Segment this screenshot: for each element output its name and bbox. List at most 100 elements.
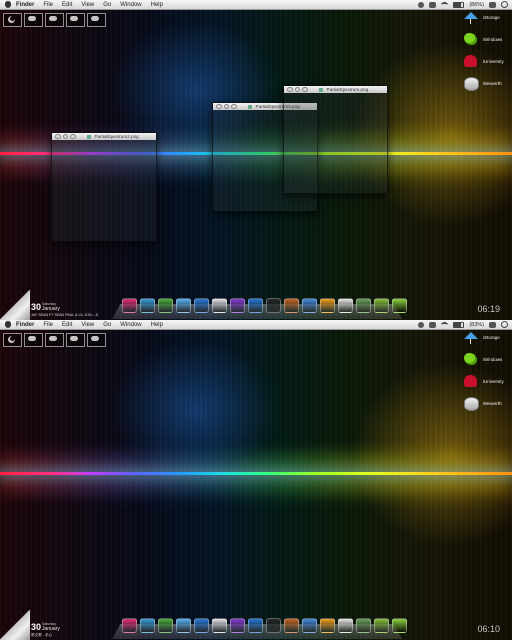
apple-menu-icon[interactable]: [5, 1, 11, 8]
zoom-button[interactable]: [70, 133, 76, 140]
owl-app-icon[interactable]: [284, 618, 299, 633]
drive-label[interactable]: iStorage: [483, 335, 500, 340]
silver-drive-icon[interactable]: [464, 397, 479, 411]
spectrum-band: [0, 472, 512, 475]
download-app-icon[interactable]: [374, 298, 389, 313]
blue-ball-app-icon[interactable]: [194, 298, 209, 313]
safari-app-icon[interactable]: [176, 618, 191, 633]
vlc-app-icon[interactable]: [320, 298, 335, 313]
terminal-app-icon[interactable]: [266, 618, 281, 633]
menu-window[interactable]: Window: [120, 2, 141, 8]
purple-book-app-icon[interactable]: [230, 618, 245, 633]
menu-view[interactable]: View: [81, 322, 94, 328]
drive-iwindows[interactable]: iWindows: [464, 33, 504, 55]
minimize-button[interactable]: [294, 86, 300, 93]
drive-label[interactable]: iUniversity: [483, 59, 504, 64]
pink-app-icon[interactable]: [122, 298, 137, 313]
menu-go[interactable]: Go: [103, 322, 111, 328]
purple-book-app-icon[interactable]: [230, 298, 245, 313]
finder-window-partialspectrum2[interactable]: PartialSpectrum2.png: [51, 132, 157, 242]
drive-istorage[interactable]: iStorage: [464, 11, 504, 33]
drive-label[interactable]: iWindows: [483, 357, 502, 362]
silver-drive-icon[interactable]: [464, 77, 479, 91]
trash-app-icon[interactable]: [392, 618, 407, 633]
globe-app-icon[interactable]: [140, 298, 155, 313]
photo-app-icon[interactable]: [356, 618, 371, 633]
teapot-app-icon[interactable]: [158, 298, 173, 313]
spotlight-search-icon[interactable]: [501, 1, 508, 8]
photo-app-icon[interactable]: [356, 298, 371, 313]
umbrella-drive-icon[interactable]: [464, 12, 478, 24]
teapot-app-icon[interactable]: [158, 618, 173, 633]
zoom-button[interactable]: [302, 86, 308, 93]
drive-istorage[interactable]: iStorage: [464, 331, 504, 353]
red-chair-drive-icon[interactable]: [464, 55, 477, 67]
drive-label[interactable]: iWewerth: [483, 81, 502, 86]
display-icon[interactable]: [489, 321, 496, 328]
menu-help[interactable]: Help: [151, 322, 163, 328]
white-robot-app-icon[interactable]: [212, 618, 227, 633]
terminal-app-icon[interactable]: [266, 298, 281, 313]
wifi-icon[interactable]: [441, 1, 449, 8]
drive-iuniversity[interactable]: iUniversity: [464, 375, 504, 397]
tray-app-icon[interactable]: [418, 1, 425, 8]
window-titlebar[interactable]: PartialSpectrum.png: [284, 86, 387, 93]
menu-edit[interactable]: Edit: [62, 322, 72, 328]
minimize-button[interactable]: [223, 103, 229, 110]
menu-window[interactable]: Window: [120, 322, 141, 328]
zoom-button[interactable]: [231, 103, 237, 110]
preview-app-icon[interactable]: [338, 618, 353, 633]
trash-app-icon[interactable]: [392, 298, 407, 313]
owl-app-icon[interactable]: [284, 298, 299, 313]
status-tray: (86%): [418, 1, 508, 8]
menu-edit[interactable]: Edit: [62, 2, 72, 8]
drive-label[interactable]: iWewerth: [483, 401, 502, 406]
green-drive-icon[interactable]: [464, 353, 477, 365]
drive-label[interactable]: iStorage: [483, 15, 500, 20]
green-drive-icon[interactable]: [464, 33, 477, 45]
drive-iuniversity[interactable]: iUniversity: [464, 55, 504, 77]
close-button[interactable]: [55, 133, 61, 140]
white-robot-app-icon[interactable]: [212, 298, 227, 313]
drive-label[interactable]: iWindows: [483, 37, 502, 42]
menu-go[interactable]: Go: [103, 2, 111, 8]
itunes-app-icon[interactable]: [302, 298, 317, 313]
globe-app-icon[interactable]: [140, 618, 155, 633]
menu-file[interactable]: File: [43, 2, 53, 8]
wifi-icon[interactable]: [441, 321, 449, 328]
safari-app-icon[interactable]: [176, 298, 191, 313]
apple-menu-icon[interactable]: [5, 321, 11, 328]
drive-iwewerth[interactable]: iWewerth: [464, 77, 504, 99]
blue-ball-app-icon[interactable]: [194, 618, 209, 633]
menu-file[interactable]: File: [43, 322, 53, 328]
tray-app-icon[interactable]: [418, 321, 425, 328]
dock: [122, 298, 407, 313]
minimize-button[interactable]: [62, 133, 68, 140]
menu-help[interactable]: Help: [151, 2, 163, 8]
tray-menu-icon[interactable]: [429, 321, 437, 328]
menu-view[interactable]: View: [81, 2, 94, 8]
battery-icon[interactable]: [453, 321, 465, 328]
menu-finder[interactable]: Finder: [16, 322, 34, 328]
window-titlebar[interactable]: PartialSpectrum2.png: [52, 133, 156, 140]
word-app-icon[interactable]: [248, 298, 263, 313]
preview-app-icon[interactable]: [338, 298, 353, 313]
finder-window-partialspectrum[interactable]: PartialSpectrum.png: [283, 85, 388, 194]
word-app-icon[interactable]: [248, 618, 263, 633]
itunes-app-icon[interactable]: [302, 618, 317, 633]
spotlight-search-icon[interactable]: [501, 321, 508, 328]
umbrella-drive-icon[interactable]: [464, 332, 478, 344]
drive-iwindows[interactable]: iWindows: [464, 353, 504, 375]
drive-iwewerth[interactable]: iWewerth: [464, 397, 504, 419]
battery-icon[interactable]: [453, 1, 465, 8]
drive-label[interactable]: iUniversity: [483, 379, 504, 384]
pink-app-icon[interactable]: [122, 618, 137, 633]
tray-menu-icon[interactable]: [429, 1, 437, 8]
menu-finder[interactable]: Finder: [16, 2, 34, 8]
red-chair-drive-icon[interactable]: [464, 375, 477, 387]
display-icon[interactable]: [489, 1, 496, 8]
download-app-icon[interactable]: [374, 618, 389, 633]
close-button[interactable]: [287, 86, 293, 93]
close-button[interactable]: [216, 103, 222, 110]
vlc-app-icon[interactable]: [320, 618, 335, 633]
